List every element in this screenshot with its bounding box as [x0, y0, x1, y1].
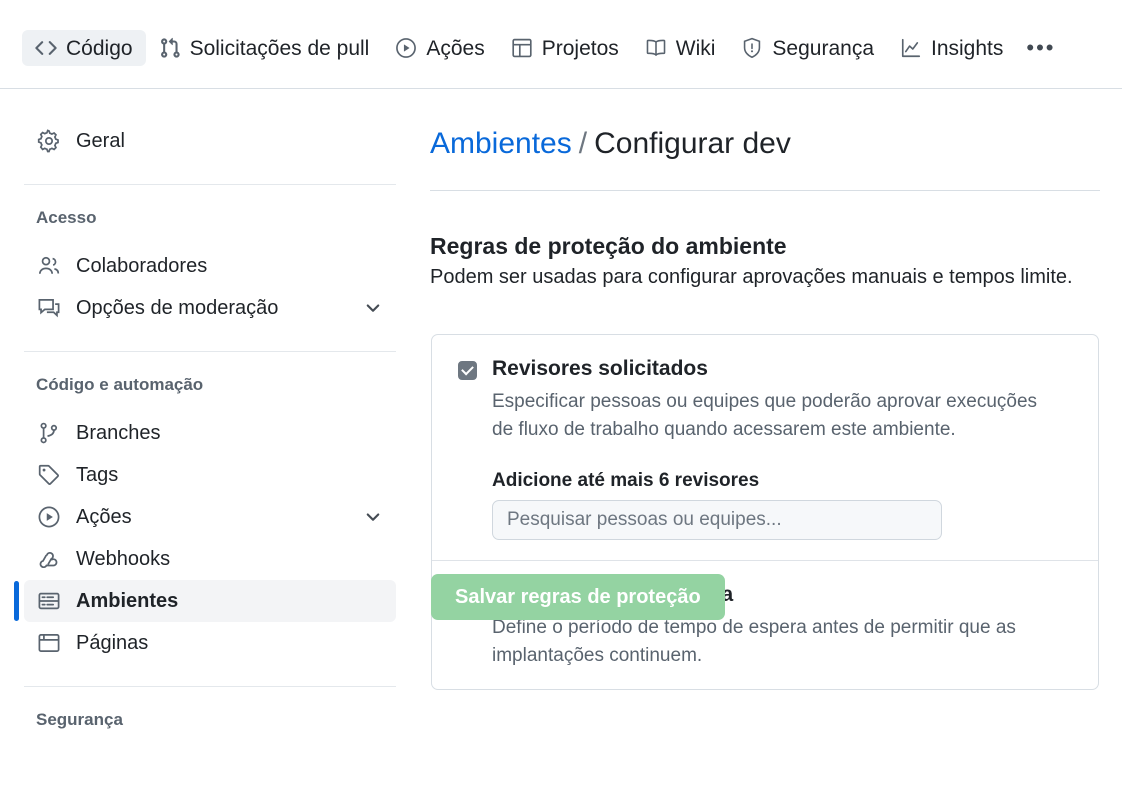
nav-overflow-menu-button[interactable]: •••: [1016, 30, 1065, 66]
required-reviewers-checkbox[interactable]: [458, 361, 477, 380]
breadcrumb-separator: /: [578, 127, 588, 160]
main-content: Ambientes / Configurar dev Regras de prote…: [430, 89, 1110, 786]
comment-discussion-icon: [36, 295, 62, 321]
rule-title: Revisores solicitados: [492, 357, 708, 380]
book-icon: [645, 37, 667, 59]
tag-icon: [36, 462, 62, 488]
shield-alert-icon: [741, 37, 763, 59]
webhook-icon: [36, 546, 62, 572]
nav-tab-wiki[interactable]: Wiki: [632, 30, 729, 66]
sidebar-item-label: Páginas: [76, 632, 149, 654]
section-description: Podem ser usadas para configurar aprovaç…: [430, 266, 1073, 288]
rule-description: Especificar pessoas ou equipes que poder…: [492, 391, 1038, 440]
server-icon: [36, 588, 62, 614]
nav-tab-projetos[interactable]: Projetos: [498, 30, 632, 66]
sidebar-item-acoes[interactable]: Ações: [24, 496, 396, 538]
sidebar-group-codigo-e-automacao: Código e automação: [36, 375, 204, 394]
nav-tab-seguranca[interactable]: Segurança: [728, 30, 887, 66]
breadcrumb-current: Configurar dev: [594, 127, 791, 160]
section-title: Regras de proteção do ambiente: [430, 233, 787, 259]
sidebar-item-opcoes-de-moderacao[interactable]: Opções de moderação: [24, 287, 396, 329]
sidebar-item-label: Colaboradores: [76, 255, 208, 277]
reviewers-search-input[interactable]: [492, 500, 942, 541]
play-circle-icon: [36, 504, 62, 530]
nav-tab-acoes[interactable]: Ações: [382, 30, 497, 66]
sidebar-item-label: Tags: [76, 464, 119, 486]
rule-header: Revisores solicitados: [458, 357, 1076, 380]
nav-tab-label: Insights: [931, 36, 1004, 60]
chevron-down-icon[interactable]: [362, 506, 384, 528]
sidebar-item-webhooks[interactable]: Webhooks: [24, 538, 396, 580]
nav-tab-solicitacoes-de-pull[interactable]: Solicitações de pull: [146, 30, 383, 66]
sidebar-item-label: Webhooks: [76, 548, 171, 570]
sidebar-item-paginas[interactable]: Páginas: [24, 622, 396, 664]
rule-body: Define o período de tempo de espera ante…: [492, 614, 1076, 669]
sidebar-item-tags[interactable]: Tags: [24, 454, 396, 496]
play-circle-icon: [395, 37, 417, 59]
gear-icon: [36, 128, 62, 154]
sidebar-item-branches[interactable]: Branches: [24, 412, 396, 454]
sidebar-item-label: Geral: [76, 130, 125, 152]
nav-tab-label: Código: [66, 36, 133, 60]
browser-icon: [36, 630, 62, 656]
sidebar-item-label: Branches: [76, 422, 161, 444]
git-pull-request-icon: [159, 37, 181, 59]
nav-tab-label: Segurança: [772, 36, 874, 60]
reviewers-field-label: Adicione até mais 6 revisores: [492, 470, 760, 492]
code-icon: [35, 37, 57, 59]
table-icon: [511, 37, 533, 59]
repository-nav-list: Código Solicitações de pull Ações Projet…: [22, 30, 1065, 66]
protection-rules-card: Revisores solicitados Especificar pessoa…: [431, 334, 1099, 691]
nav-tab-label: Ações: [426, 36, 485, 60]
repository-nav-bar: Código Solicitações de pull Ações Projet…: [0, 0, 1122, 89]
nav-tab-codigo[interactable]: Código: [22, 30, 146, 66]
save-protection-rules-button[interactable]: Salvar regras de proteção: [431, 574, 725, 620]
rule-body: Especificar pessoas ou equipes que poder…: [492, 388, 1076, 541]
git-branch-icon: [36, 420, 62, 446]
rule-description: Define o período de tempo de espera ante…: [492, 617, 1016, 666]
people-icon: [36, 253, 62, 279]
sidebar-group-seguranca: Segurança: [36, 710, 123, 729]
sidebar-item-colaboradores[interactable]: Colaboradores: [24, 245, 396, 287]
graph-line-icon: [900, 37, 922, 59]
sidebar-item-ambientes[interactable]: Ambientes: [14, 580, 396, 622]
breadcrumb-parent-link[interactable]: Ambientes: [430, 127, 572, 160]
sidebar-item-geral[interactable]: Geral: [24, 120, 396, 162]
nav-tab-label: Wiki: [675, 36, 716, 60]
sidebar-group-acesso: Acesso: [36, 208, 97, 227]
rule-required-reviewers: Revisores solicitados Especificar pessoa…: [432, 335, 1098, 560]
sidebar-item-label: Ambientes: [76, 590, 179, 612]
settings-sidebar: Geral Acesso Colaboradores Opções de mod…: [0, 89, 420, 786]
nav-tab-label: Solicitações de pull: [189, 36, 370, 60]
header-divider: [430, 190, 1100, 191]
breadcrumb: Ambientes / Configurar dev: [430, 129, 791, 159]
nav-tab-insights[interactable]: Insights: [887, 30, 1016, 66]
chevron-down-icon[interactable]: [362, 297, 384, 319]
sidebar-item-label: Ações: [76, 506, 132, 528]
sidebar-item-label: Opções de moderação: [76, 297, 279, 319]
nav-tab-label: Projetos: [541, 36, 619, 60]
